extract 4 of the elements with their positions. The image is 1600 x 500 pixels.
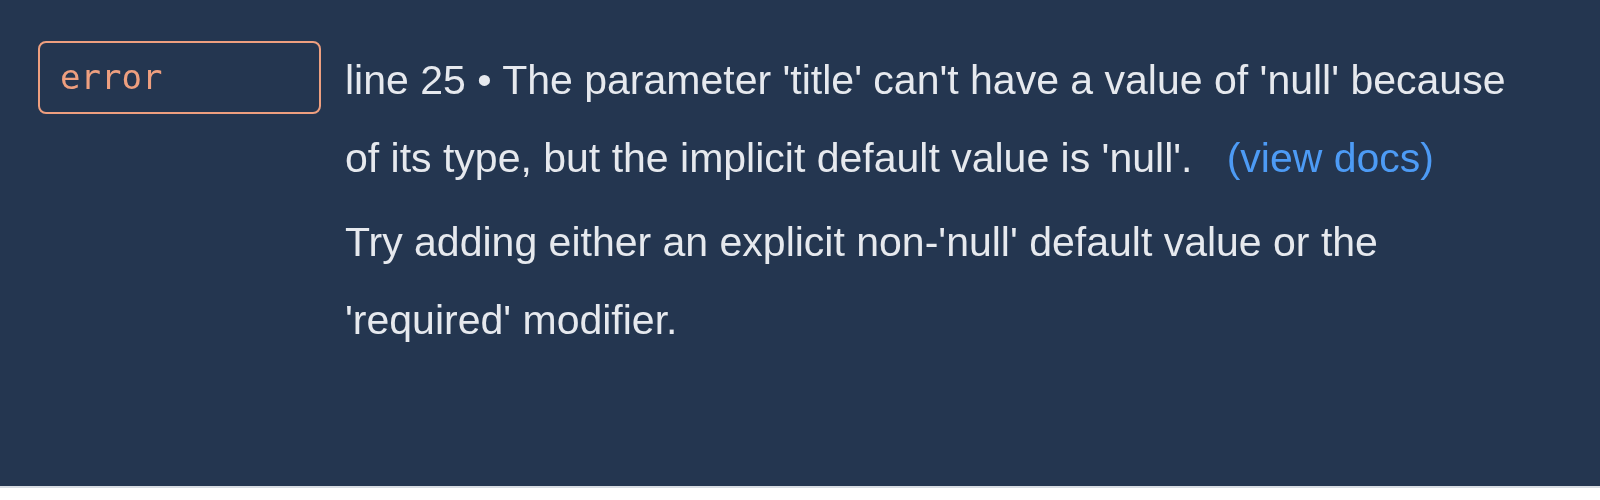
- view-docs-link[interactable]: (view docs): [1226, 135, 1434, 181]
- severity-badge: error: [38, 41, 321, 114]
- error-message: line 25 • The parameter 'title' can't have a value of 'null' because of its type, but the implicit default value is 'null'. (view docs): [345, 56, 1507, 183]
- correction-message: Try adding either an explicit non-'null' default value or the 'required' modifier.: [345, 218, 1379, 345]
